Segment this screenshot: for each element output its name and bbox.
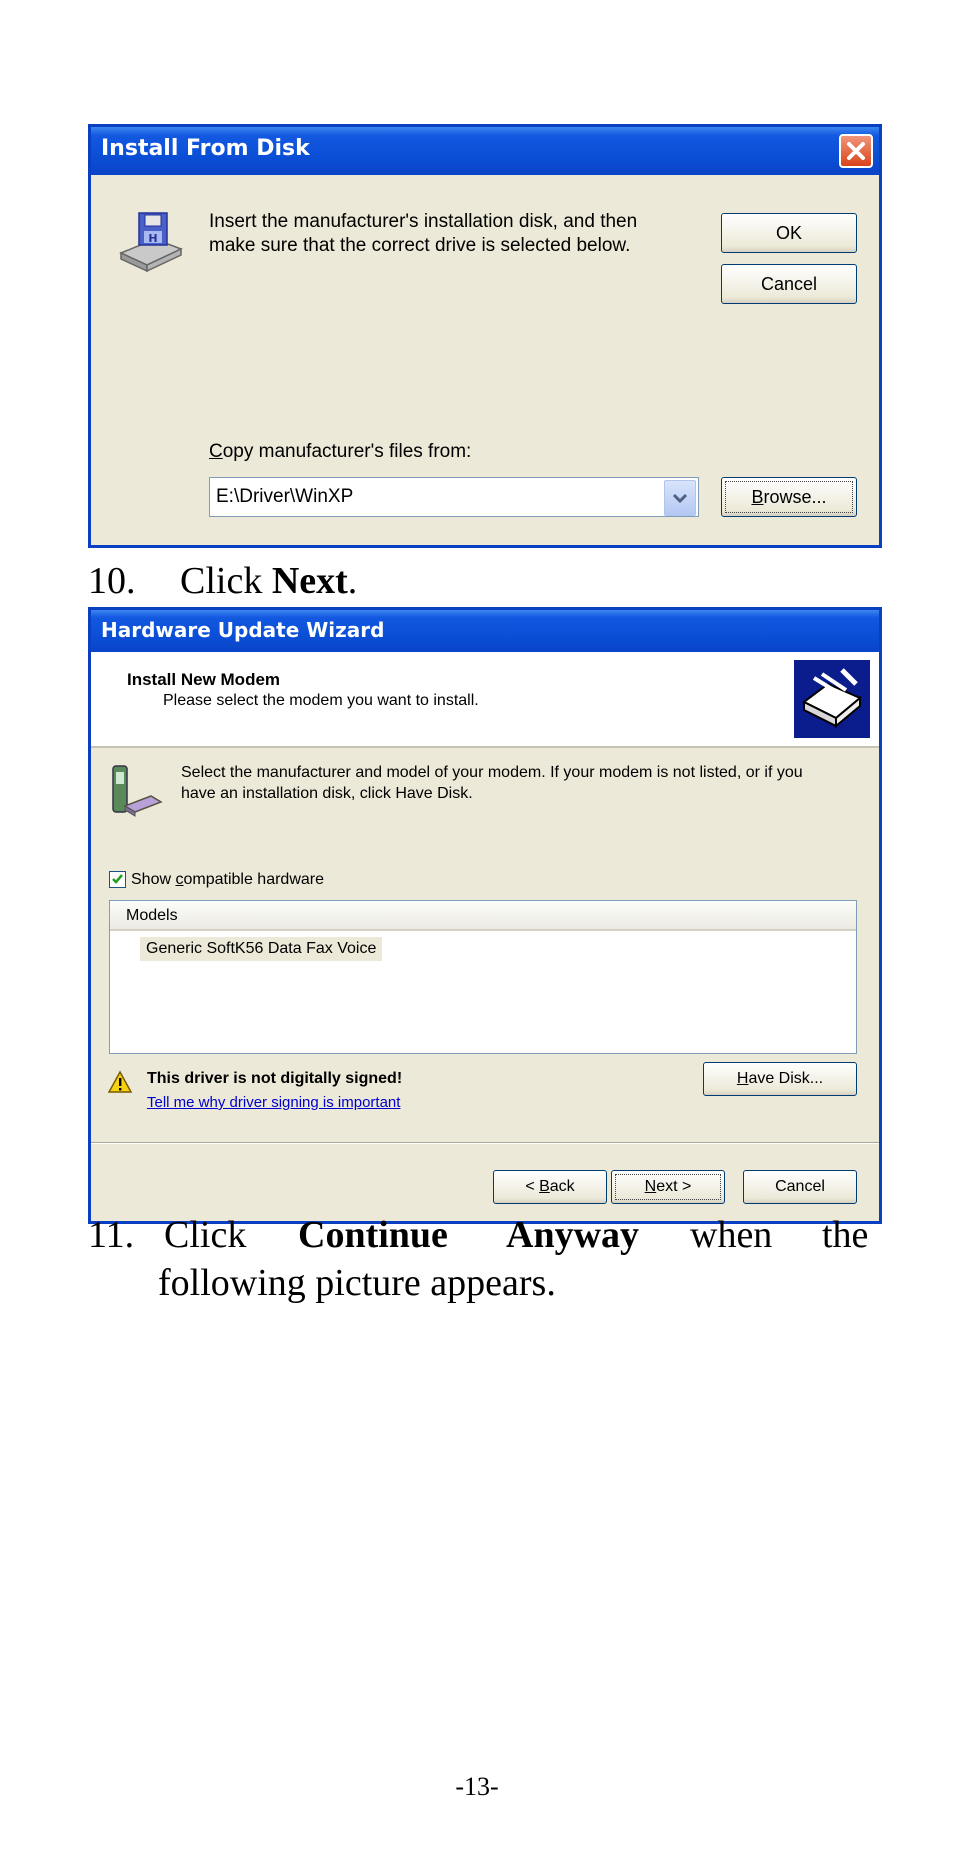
- next-button[interactable]: Next >: [611, 1170, 725, 1204]
- step-10-number: 10.: [88, 560, 136, 602]
- copy-files-label-text: opy manufacturer's files from:: [222, 441, 472, 462]
- step-11-line-2: following picture appears.: [158, 1262, 556, 1304]
- ok-button[interactable]: OK: [721, 213, 857, 253]
- driver-signing-link[interactable]: Tell me why driver signing is important: [147, 1094, 400, 1111]
- step-11-bold-continue: Continue: [298, 1214, 448, 1256]
- floppy-drive-icon: H: [119, 212, 183, 273]
- path-dropdown-button[interactable]: [664, 480, 696, 516]
- show-compatible-checkbox[interactable]: [109, 871, 126, 888]
- hardware-update-wizard-dialog: Hardware Update Wizard Install New Modem…: [88, 607, 882, 1224]
- copy-files-mnemonic: C: [209, 441, 223, 462]
- models-column-header[interactable]: Models: [110, 901, 856, 931]
- dialog-title: Install From Disk: [101, 136, 310, 161]
- wizard-cancel-button[interactable]: Cancel: [743, 1170, 857, 1204]
- wizard-instruction-line-2: have an installation disk, click Have Di…: [181, 785, 473, 802]
- chevron-down-icon: [672, 493, 688, 504]
- models-listbox[interactable]: Models Generic SoftK56 Data Fax Voice: [109, 900, 857, 1054]
- unsigned-driver-warning: This driver is not digitally signed!: [147, 1070, 403, 1087]
- hardware-wizard-icon: [794, 660, 870, 738]
- close-icon: [847, 142, 865, 160]
- install-from-disk-dialog: Install From Disk H Insert the manufactu…: [88, 124, 882, 548]
- wizard-header-title: Install New Modem: [127, 670, 281, 689]
- path-combobox[interactable]: E:\Driver\WinXP: [209, 477, 699, 517]
- modem-phone-icon: [112, 765, 163, 817]
- copy-files-label: Copy manufacturer's files from:: [209, 441, 471, 463]
- svg-text:H: H: [148, 232, 157, 245]
- list-item[interactable]: Generic SoftK56 Data Fax Voice: [140, 937, 383, 961]
- show-compatible-label[interactable]: Show compatible hardware: [131, 871, 324, 889]
- ok-button-label: OK: [775, 223, 802, 243]
- close-button[interactable]: [839, 134, 873, 168]
- wizard-footer-divider: [91, 1142, 879, 1144]
- back-button-label: < Back: [525, 1178, 575, 1195]
- path-value: E:\Driver\WinXP: [216, 486, 354, 507]
- wizard-header-subtitle: Please select the modem you want to inst…: [163, 692, 479, 709]
- wizard-cancel-label: Cancel: [775, 1178, 825, 1195]
- wizard-titlebar[interactable]: Hardware Update Wizard: [91, 610, 879, 652]
- warning-icon: [107, 1070, 133, 1093]
- instruction-line-2: make sure that the correct drive is sele…: [209, 235, 631, 256]
- step-11-bold-anyway: Anyway: [506, 1214, 640, 1256]
- step-11-number: 11.: [88, 1214, 135, 1256]
- have-disk-label: Have Disk...: [736, 1070, 824, 1087]
- step-11-word-click: Click: [164, 1214, 247, 1256]
- models-header-label: Models: [126, 907, 178, 924]
- step-11-word-the: the: [822, 1214, 869, 1256]
- checkmark-icon: [112, 874, 123, 884]
- step-10-bold: Next: [271, 560, 348, 602]
- cancel-button[interactable]: Cancel: [721, 264, 857, 304]
- cancel-button-label: Cancel: [760, 274, 818, 294]
- wizard-title: Hardware Update Wizard: [101, 618, 385, 642]
- wizard-header-panel: Install New Modem Please select the mode…: [91, 652, 879, 748]
- instruction-line-1: Insert the manufacturer's installation d…: [209, 211, 638, 232]
- have-disk-button[interactable]: Have Disk...: [703, 1062, 857, 1096]
- step-10-text: Click Next.: [180, 560, 358, 602]
- dialog-titlebar[interactable]: Install From Disk: [91, 127, 879, 175]
- page-number: -13-: [455, 1772, 499, 1801]
- wizard-instruction-line-1: Select the manufacturer and model of you…: [181, 764, 803, 781]
- model-name: Generic SoftK56 Data Fax Voice: [146, 940, 377, 957]
- step-11-word-when: when: [690, 1214, 773, 1256]
- back-button[interactable]: < Back: [493, 1170, 607, 1204]
- browse-button[interactable]: Browse...: [721, 477, 857, 517]
